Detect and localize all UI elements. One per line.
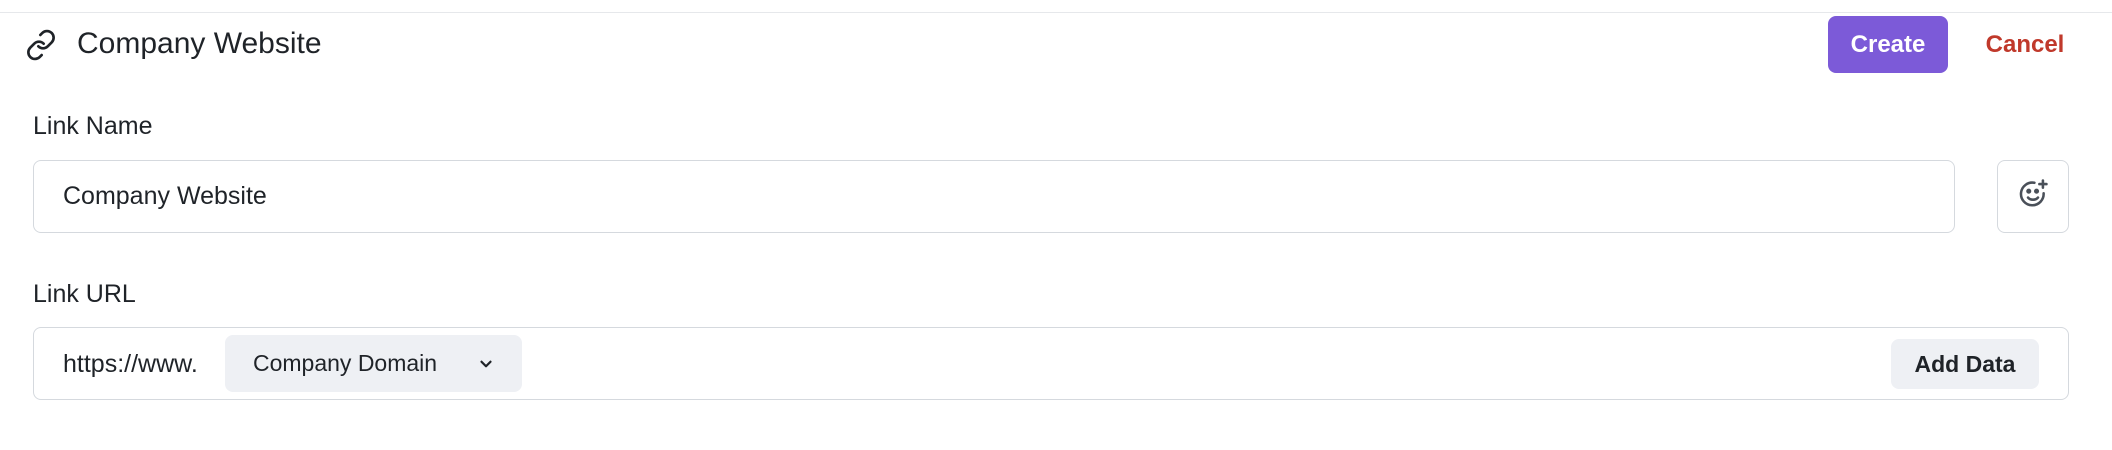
link-icon: [24, 28, 58, 62]
emoji-picker-button[interactable]: [1997, 160, 2069, 233]
top-divider: [0, 12, 2112, 13]
chevron-down-icon: [476, 354, 496, 374]
url-prefix: https://www.: [63, 350, 198, 378]
link-url-label: Link URL: [33, 280, 136, 308]
add-data-button[interactable]: Add Data: [1891, 339, 2039, 389]
emoji-add-icon: [2016, 177, 2050, 216]
company-domain-chip[interactable]: Company Domain: [225, 335, 522, 392]
create-button[interactable]: Create: [1828, 16, 1948, 73]
page-title: Company Website: [77, 27, 322, 60]
link-name-label: Link Name: [33, 112, 153, 140]
link-url-field[interactable]: https://www. Company Domain Add Data: [33, 327, 2069, 400]
cancel-button[interactable]: Cancel: [1972, 16, 2078, 73]
domain-chip-label: Company Domain: [253, 350, 438, 376]
link-name-input[interactable]: [33, 160, 1955, 233]
link-editor-page: Company Website Create Cancel Link Name …: [0, 0, 2112, 450]
header-bar: Company Website Create Cancel: [0, 14, 2112, 74]
